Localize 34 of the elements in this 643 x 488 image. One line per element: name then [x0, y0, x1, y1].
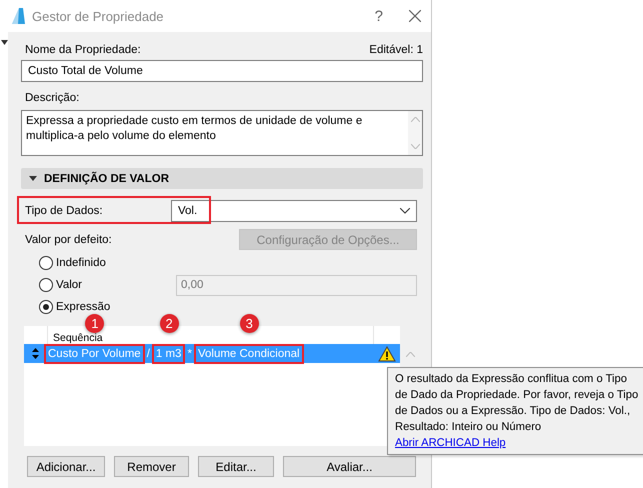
tooltip-message: O resultado da Expressão conflitua com o Tipo de Dado da Propriedade. Por favor, reveja o Tipo de Dados ou a Expressão. Tipo de Dados: Vol., Resultado: Inteiro ou Número	[395, 373, 638, 433]
field-label: Tipo de Dados:	[24, 205, 104, 217]
caret-icon	[400, 208, 410, 214]
expression-token: *	[186, 346, 193, 360]
app-logo-icon	[10, 7, 26, 25]
help-button[interactable]: ?	[374, 8, 383, 24]
callout-badge: 3	[240, 314, 259, 332]
help-link[interactable]: Abrir ARCHICAD Help	[395, 435, 506, 451]
name-field[interactable]: Custo Total de Volume	[21, 60, 423, 82]
radio-option[interactable]: Indefinido	[39, 256, 173, 270]
field-label: Descrição:	[24, 92, 80, 104]
editable-status: Editável: 1	[369, 44, 423, 56]
action-button[interactable]: Adicionar...	[27, 456, 105, 477]
radio-button[interactable]	[39, 256, 53, 270]
reorder-icon[interactable]	[32, 348, 39, 359]
radio-option[interactable]: Valor	[39, 278, 173, 292]
field-label: Valor por defeito:	[24, 234, 112, 246]
expand-arrow-icon[interactable]	[29, 176, 37, 181]
callout-badge: 2	[160, 314, 179, 332]
column-header[interactable]: Sequência	[53, 333, 103, 344]
data-type-dropdown[interactable]: Vol.	[171, 200, 417, 222]
window-title: Gestor de Propriedade	[32, 8, 165, 24]
radio-option[interactable]: Expressão	[39, 300, 173, 314]
callout-badge: 1	[85, 314, 104, 332]
radio-button[interactable]	[39, 300, 53, 314]
close-icon[interactable]	[409, 10, 421, 22]
action-button[interactable]: Avaliar...	[283, 456, 416, 477]
action-button[interactable]: Remover	[114, 456, 189, 477]
expression-token: /	[146, 346, 151, 360]
action-button[interactable]: Editar...	[198, 456, 274, 477]
section-header[interactable]: DEFINIÇÃO DE VALOR	[21, 168, 423, 189]
radio-button[interactable]	[39, 278, 53, 292]
collapse-arrow-icon[interactable]	[1, 40, 8, 45]
field-label: Nome da Propriedade:	[24, 43, 141, 56]
